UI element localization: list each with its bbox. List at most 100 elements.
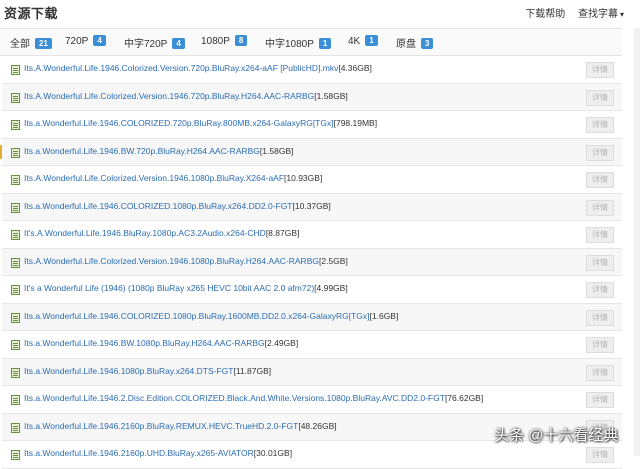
filter-720p[interactable]: 720P 4 <box>65 35 106 47</box>
list-item: Its.a.Wonderful.Life.1946.1080p.BluRay.x… <box>2 358 622 386</box>
resource-size: [2.5GB] <box>318 255 348 266</box>
find-subtitles-label: 查找字幕 <box>577 9 618 20</box>
resource-name: Its.A.Wonderful.Life.Colorized.Version.1… <box>24 90 315 101</box>
resource-link[interactable]: Its.A.Wonderful.Life.Colorized.Version.1… <box>24 173 322 183</box>
resource-link[interactable]: Its.a.Wonderful.Life.1946.2160p.UHD.BluR… <box>24 448 292 458</box>
resource-name: Its.a.Wonderful.Life.1946.2160p.BluRay.R… <box>24 420 299 431</box>
filter-1080p[interactable]: 1080P 8 <box>201 35 248 47</box>
accent-mark <box>0 145 2 159</box>
resource-link[interactable]: It's.A.Wonderful.Life.1946.BluRay.1080p.… <box>24 228 299 238</box>
filter-label: 中字1080P <box>265 39 314 50</box>
resource-name: Its.a.Wonderful.Life.1946.COLORIZED.720p… <box>24 118 334 128</box>
resource-link[interactable]: Its.a.Wonderful.Life.1946.BW.1080p.BluRa… <box>24 338 298 348</box>
filter-cn-1080p[interactable]: 中字1080P 1 <box>265 35 332 50</box>
list-item: It's.A.Wonderful.Life.1946.BluRay.1080p.… <box>2 221 622 249</box>
resource-size: [1.6GB] <box>369 310 399 321</box>
detail-button[interactable]: 详情 <box>586 117 614 133</box>
resource-list: Its.A.Wonderful.Life.1946.Colorized.Vers… <box>2 56 622 469</box>
file-icon <box>11 367 20 378</box>
detail-button[interactable]: 详情 <box>586 89 614 106</box>
list-item: Its.a.Wonderful.Life.1946.BW.720p.BluRay… <box>2 138 622 166</box>
resource-size: [10.93GB] <box>284 173 323 183</box>
resource-link[interactable]: Its.a.Wonderful.Life.1946.COLORIZED.1080… <box>24 311 398 321</box>
filter-label: 原盘 <box>396 39 416 50</box>
resource-name: Its.a.Wonderful.Life.1946.COLORIZED.1080… <box>24 310 370 321</box>
list-item: Its.A.Wonderful.Life.1946.Colorized.Vers… <box>2 56 622 84</box>
file-icon <box>11 120 20 130</box>
filter-label: 中字720P <box>124 39 168 50</box>
list-item: Its.a.Wonderful.Life.1946.2.Disc.Edition… <box>2 386 622 414</box>
resource-size: [1.58GB] <box>314 90 348 101</box>
resource-size: [4.99GB] <box>314 283 348 293</box>
list-item: Its.a.Wonderful.Life.1946.COLORIZED.1080… <box>2 193 622 221</box>
filter-all[interactable]: 全部 21 <box>10 35 52 50</box>
detail-button[interactable]: 详情 <box>586 364 614 381</box>
file-icon <box>11 340 20 350</box>
detail-button[interactable]: 详情 <box>586 392 614 408</box>
list-item: Its.A.Wonderful.Life.Colorized.Version.1… <box>2 83 622 111</box>
detail-button[interactable]: 详情 <box>586 62 614 78</box>
list-item: It's a Wonderful Life (1946) (1080p BluR… <box>2 276 622 304</box>
resource-link[interactable]: Its.A.Wonderful.Life.Colorized.Version.1… <box>24 91 348 101</box>
resource-name: Its.A.Wonderful.Life.1946.Colorized.Vers… <box>24 63 339 73</box>
detail-button[interactable]: 详情 <box>586 254 614 271</box>
filter-count-badge: 8 <box>234 35 248 46</box>
resource-size: [48.26GB] <box>298 420 337 431</box>
detail-button[interactable]: 详情 <box>586 172 614 188</box>
file-icon <box>11 422 20 433</box>
filter-4k[interactable]: 4K 1 <box>348 35 378 47</box>
file-icon <box>11 285 20 295</box>
top-bar: 资源下载 下载帮助 查找字幕 ▾ <box>0 0 640 24</box>
filter-cn-720p[interactable]: 中字720P 4 <box>124 35 185 50</box>
resource-link[interactable]: Its.a.Wonderful.Life.1946.BW.720p.BluRay… <box>24 146 293 156</box>
watermark: 头条 @十六看经典 <box>494 427 619 444</box>
detail-button[interactable]: 详情 <box>586 447 614 463</box>
resource-name: It's a Wonderful Life (1946) (1080p BluR… <box>24 283 315 293</box>
filter-label: 全部 <box>10 39 30 50</box>
list-item: Its.a.Wonderful.Life.1946.COLORIZED.720p… <box>2 111 622 139</box>
resource-size: [798.19MB] <box>333 118 378 128</box>
detail-button[interactable]: 详情 <box>586 337 614 353</box>
file-icon <box>11 450 20 460</box>
resource-link[interactable]: Its.a.Wonderful.Life.1946.COLORIZED.720p… <box>24 118 377 128</box>
list-item: Its.a.Wonderful.Life.1946.COLORIZED.1080… <box>2 303 622 331</box>
resource-link[interactable]: Its.a.Wonderful.Life.1946.1080p.BluRay.x… <box>24 366 271 376</box>
filter-count-badge: 1 <box>365 35 378 46</box>
chevron-down-icon: ▾ <box>619 10 624 19</box>
file-icon <box>11 257 20 268</box>
scrollbar[interactable] <box>634 28 640 456</box>
detail-button[interactable]: 详情 <box>586 227 614 243</box>
detail-button[interactable]: 详情 <box>586 199 614 216</box>
file-icon <box>11 202 20 213</box>
resource-link[interactable]: Its.a.Wonderful.Life.1946.2160p.BluRay.R… <box>24 421 337 431</box>
resource-size: [10.37GB] <box>292 200 331 211</box>
list-item: Its.a.Wonderful.Life.1946.2160p.UHD.BluR… <box>2 441 622 469</box>
filter-bluray-disc[interactable]: 原盘 3 <box>396 35 434 50</box>
resource-name: It's.A.Wonderful.Life.1946.BluRay.1080p.… <box>24 228 266 238</box>
detail-button[interactable]: 详情 <box>586 144 614 161</box>
resource-name: Its.a.Wonderful.Life.1946.COLORIZED.1080… <box>24 200 293 211</box>
detail-button[interactable]: 详情 <box>586 282 614 298</box>
list-item: Its.A.Wonderful.Life.Colorized.Version.1… <box>2 166 622 194</box>
file-icon <box>11 147 20 158</box>
resource-name: Its.a.Wonderful.Life.1946.BW.720p.BluRay… <box>24 145 260 156</box>
resource-name: Its.A.Wonderful.Life.Colorized.Version.1… <box>24 173 285 183</box>
page-title: 资源下载 <box>4 6 59 21</box>
file-icon <box>11 92 20 103</box>
detail-button[interactable]: 详情 <box>586 309 614 326</box>
resource-link[interactable]: Its.a.Wonderful.Life.1946.2.Disc.Edition… <box>24 393 483 403</box>
filter-label: 4K <box>348 36 361 47</box>
find-subtitles-link[interactable]: 查找字幕 ▾ <box>578 9 624 20</box>
resource-link[interactable]: Its.A.Wonderful.Life.Colorized.Version.1… <box>24 256 348 266</box>
filter-label: 1080P <box>201 36 230 47</box>
resource-link[interactable]: Its.a.Wonderful.Life.1946.COLORIZED.1080… <box>24 201 331 211</box>
resource-link[interactable]: It's a Wonderful Life (1946) (1080p BluR… <box>24 283 348 293</box>
download-help-link[interactable]: 下载帮助 <box>525 9 565 20</box>
resource-name: Its.a.Wonderful.Life.1946.BW.1080p.BluRa… <box>24 338 265 348</box>
resource-size: [2.49GB] <box>264 338 299 348</box>
resource-size: [76.62GB] <box>444 393 484 403</box>
resource-name: Its.a.Wonderful.Life.1946.2.Disc.Edition… <box>24 393 445 403</box>
file-icon <box>11 312 20 323</box>
resource-link[interactable]: Its.A.Wonderful.Life.1946.Colorized.Vers… <box>24 63 372 73</box>
filter-count-badge: 21 <box>35 38 52 49</box>
